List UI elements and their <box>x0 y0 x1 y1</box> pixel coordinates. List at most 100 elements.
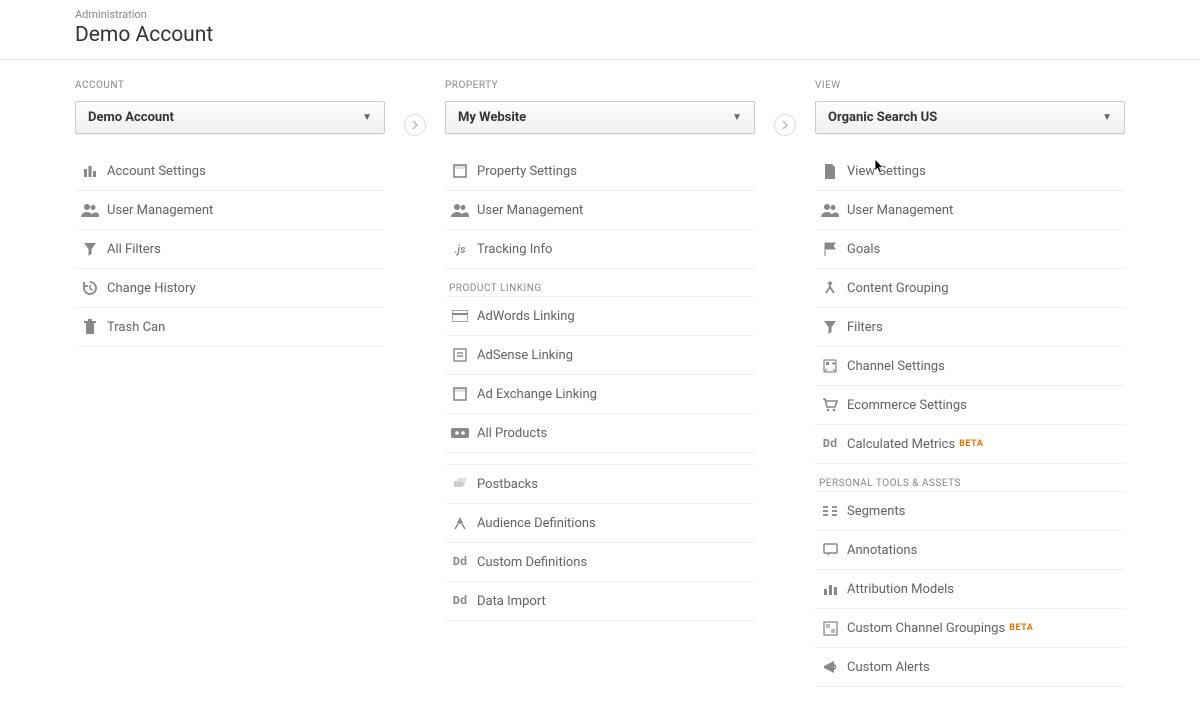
menu-item-label: Filters <box>847 320 883 335</box>
menu-item[interactable]: Account Settings <box>75 152 385 191</box>
segments-icon <box>819 502 841 520</box>
menu-item-label: Calculated Metrics <box>847 437 955 452</box>
bars-icon <box>819 580 841 598</box>
spacer <box>445 453 755 465</box>
menu-item[interactable]: Content Grouping <box>815 269 1125 308</box>
menu-item-label: Change History <box>107 281 196 296</box>
page-header: Administration Demo Account <box>0 0 1200 60</box>
menu-item[interactable]: Ecommerce Settings <box>815 386 1125 425</box>
view-column: VIEW Organic Search US ▼ View Settings Us… <box>815 60 1125 707</box>
menu-item[interactable]: Segments <box>815 492 1125 531</box>
menu-item[interactable]: Custom Channel Groupings BETA <box>815 609 1125 648</box>
menu-item-label: Postbacks <box>477 477 538 492</box>
menu-item[interactable]: .jsTracking Info <box>445 230 755 269</box>
alert-icon <box>819 658 841 676</box>
menu-item[interactable]: Dd Calculated Metrics BETA <box>815 425 1125 464</box>
breadcrumb: Administration <box>75 8 1125 21</box>
audience-icon <box>449 514 471 532</box>
history-icon <box>79 279 101 297</box>
account-selector-value: Demo Account <box>88 110 174 125</box>
menu-item-label: Custom Definitions <box>477 555 587 570</box>
beta-badge: BETA <box>959 439 983 449</box>
menu-item[interactable]: Channel Settings <box>815 347 1125 386</box>
grouping-icon <box>819 619 841 637</box>
dd-icon: Dd <box>449 592 471 610</box>
property-label: PROPERTY <box>445 80 755 91</box>
menu-item-label: Custom Channel Groupings <box>847 621 1005 636</box>
menu-item[interactable]: All Products <box>445 414 755 453</box>
caret-down-icon: ▼ <box>362 112 372 123</box>
users-icon <box>449 201 471 219</box>
menu-item-label: User Management <box>107 203 213 218</box>
menu-item[interactable]: Property Settings <box>445 152 755 191</box>
menu-item[interactable]: Filters <box>815 308 1125 347</box>
menu-item[interactable]: Goals <box>815 230 1125 269</box>
menu-item[interactable]: View Settings <box>815 152 1125 191</box>
personal-tools-menu: Segments Annotations Attribution Models Cus… <box>815 492 1125 687</box>
caret-down-icon: ▼ <box>732 112 742 123</box>
menu-item[interactable]: Trash Can <box>75 308 385 347</box>
square-icon <box>449 162 471 180</box>
annotation-icon <box>819 541 841 559</box>
property-selector-value: My Website <box>458 110 526 125</box>
menu-item[interactable]: User Management <box>75 191 385 230</box>
menu-item-label: Channel Settings <box>847 359 945 374</box>
infinity-icon <box>449 424 471 442</box>
menu-item[interactable]: Dd Custom Definitions <box>445 543 755 582</box>
admin-columns: ACCOUNT Demo Account ▼ Account SettingsU… <box>0 60 1200 707</box>
cart-icon <box>819 396 841 414</box>
funnel-icon <box>819 318 841 336</box>
menu-item[interactable]: Custom Alerts <box>815 648 1125 687</box>
channel-icon <box>819 357 841 375</box>
dd-icon: Dd <box>449 553 471 571</box>
settings-bars-icon <box>79 162 101 180</box>
merge-icon <box>819 279 841 297</box>
menu-item-label: All Filters <box>107 242 161 257</box>
menu-item[interactable]: AdWords Linking <box>445 297 755 336</box>
js-icon: .js <box>449 240 471 258</box>
property-selector[interactable]: My Website ▼ <box>445 101 755 134</box>
menu-item-label: Property Settings <box>477 164 577 179</box>
menu-item[interactable]: User Management <box>445 191 755 230</box>
caret-down-icon: ▼ <box>1102 112 1112 123</box>
account-menu: Account Settings User Management All Filte… <box>75 152 385 347</box>
account-column: ACCOUNT Demo Account ▼ Account SettingsU… <box>75 60 385 707</box>
menu-item[interactable]: Dd Data Import <box>445 582 755 621</box>
doc-icon <box>449 346 471 364</box>
personal-tools-header: PERSONAL TOOLS & ASSETS <box>815 464 1125 492</box>
flag-icon <box>819 240 841 258</box>
trash-icon <box>79 318 101 336</box>
menu-item-label: Account Settings <box>107 164 206 179</box>
menu-item[interactable]: Change History <box>75 269 385 308</box>
view-label: VIEW <box>815 80 1125 91</box>
product-linking-menu: AdWords Linking AdSense LinkingAd Exchang… <box>445 297 755 453</box>
menu-item[interactable]: Annotations <box>815 531 1125 570</box>
menu-item[interactable]: Audience Definitions <box>445 504 755 543</box>
menu-item-label: View Settings <box>847 164 926 179</box>
menu-item[interactable]: Attribution Models <box>815 570 1125 609</box>
card-icon <box>449 307 471 325</box>
menu-item-label: All Products <box>477 426 547 441</box>
menu-item-label: Segments <box>847 504 905 519</box>
menu-item-label: User Management <box>847 203 953 218</box>
menu-item[interactable]: User Management <box>815 191 1125 230</box>
dd-icon: Dd <box>819 435 841 453</box>
beta-badge: BETA <box>1009 623 1033 633</box>
menu-item-label: Attribution Models <box>847 582 954 597</box>
menu-item[interactable]: Postbacks <box>445 465 755 504</box>
menu-item-label: Trash Can <box>107 320 165 335</box>
menu-item-label: User Management <box>477 203 583 218</box>
arrow-right-icon <box>404 114 426 136</box>
view-selector[interactable]: Organic Search US ▼ <box>815 101 1125 134</box>
menu-item[interactable]: AdSense Linking <box>445 336 755 375</box>
menu-item[interactable]: Ad Exchange Linking <box>445 375 755 414</box>
menu-item-label: AdWords Linking <box>477 309 575 324</box>
view-selector-value: Organic Search US <box>828 110 937 125</box>
menu-item-label: Audience Definitions <box>477 516 596 531</box>
menu-item-label: Data Import <box>477 594 546 609</box>
product-linking-header: PRODUCT LINKING <box>445 269 755 297</box>
menu-item-label: Annotations <box>847 543 917 558</box>
menu-item[interactable]: All Filters <box>75 230 385 269</box>
menu-item-label: Content Grouping <box>847 281 949 296</box>
account-selector[interactable]: Demo Account ▼ <box>75 101 385 134</box>
